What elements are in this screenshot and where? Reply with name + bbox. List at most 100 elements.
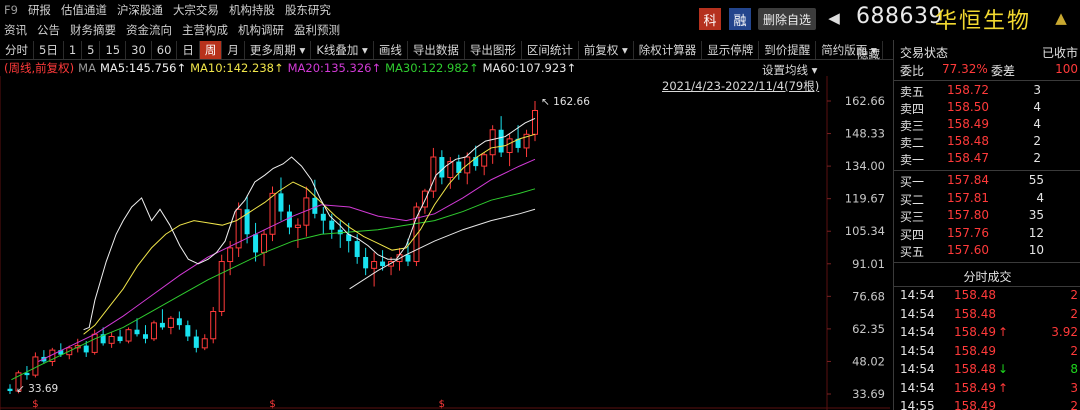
- tick-row: 14:54 158.48 2: [894, 286, 1080, 305]
- ask-price: 158.50: [947, 100, 989, 114]
- bid-price: 157.81: [947, 190, 989, 205]
- menu-item[interactable]: 公告: [37, 22, 60, 38]
- ma10-value: MA10:142.238↑: [190, 61, 284, 75]
- toolbar-item[interactable]: 显示停牌: [702, 40, 760, 59]
- candle-body: [253, 234, 259, 253]
- tick-time: 14:54: [900, 325, 935, 339]
- status-label: 交易状态: [900, 46, 949, 60]
- menu-item[interactable]: 估值通道: [61, 2, 107, 18]
- bid-row: 买五 157.60 10: [894, 241, 1080, 260]
- ask-price: 158.48: [947, 134, 989, 148]
- toolbar-item[interactable]: K线叠加 ▾: [311, 40, 374, 59]
- y-tick-label: 148.33: [845, 127, 885, 141]
- star-market-badge: 科: [699, 8, 721, 30]
- tick-volume: 2: [1070, 288, 1078, 302]
- bid-volume: 35: [1028, 208, 1044, 222]
- toolbar-item[interactable]: 前复权 ▾: [579, 40, 634, 59]
- menu-item[interactable]: 盈利预测: [294, 22, 340, 38]
- ask-volume: 2: [1033, 134, 1041, 148]
- menu-item[interactable]: 研报: [28, 2, 51, 18]
- toolbar-item[interactable]: 分时: [0, 40, 34, 59]
- menu-item[interactable]: 资金流向: [126, 22, 172, 38]
- hide-button[interactable]: 隐藏: [857, 46, 880, 62]
- ex-rights-marker[interactable]: $: [269, 399, 275, 410]
- menu-item[interactable]: 财务摘要: [70, 22, 116, 38]
- y-tick-label: 48.02: [852, 354, 885, 368]
- weibi-row: 委比 77.32% 委差 100: [894, 60, 1080, 79]
- candle-body: [278, 193, 284, 212]
- candle-body: [371, 261, 378, 269]
- ma-mode-label: (周线,前复权): [4, 61, 75, 75]
- kline-chart[interactable]: 162.66 148.33 134.00 119.67 105.34 91.01 76.68…: [0, 76, 890, 410]
- menu-item[interactable]: 机构调研: [238, 22, 284, 38]
- ask-price: 158.49: [947, 117, 989, 131]
- toolbar-item[interactable]: 画线: [374, 40, 408, 59]
- menu-item[interactable]: 大宗交易: [173, 2, 219, 18]
- kline-chart-svg[interactable]: 162.66 148.33 134.00 119.67 105.34 91.01 76.68…: [0, 76, 890, 410]
- candle-body: [142, 334, 148, 339]
- ask-volume: 4: [1033, 100, 1041, 114]
- collapse-up-icon[interactable]: ▲: [1050, 7, 1072, 29]
- y-tick-label: 134.00: [845, 159, 885, 173]
- toolbar-item[interactable]: 到价提醒: [759, 40, 817, 59]
- toolbar-item[interactable]: 30: [126, 40, 152, 59]
- candle-body: [380, 261, 386, 267]
- bid-label: 买一: [900, 175, 925, 189]
- tick-time: 14:55: [900, 399, 935, 410]
- toolbar-item[interactable]: 导出图形: [465, 40, 522, 59]
- delete-favorite-button[interactable]: 删除自选: [758, 8, 816, 30]
- toolbar-item[interactable]: 日: [177, 40, 200, 59]
- menu-item[interactable]: 资讯: [4, 22, 27, 38]
- candle-body: [354, 241, 360, 257]
- tick-price: 158.48: [954, 306, 996, 321]
- candle-body: [489, 129, 496, 156]
- tick-volume: 2: [1070, 399, 1078, 410]
- ma5-value: MA5:145.756↑: [99, 61, 187, 75]
- tick-row: 14:55 158.49 2: [894, 397, 1080, 410]
- weicha-value: 100: [1055, 62, 1078, 76]
- tick-price: 158.48: [954, 288, 996, 302]
- bid-volume: 10: [1028, 243, 1044, 257]
- stock-name: 华恒生物: [935, 9, 1032, 34]
- toolbar-item[interactable]: 除权计算器: [634, 40, 703, 59]
- menu-item[interactable]: 沪深股通: [117, 2, 163, 18]
- toolbar-item[interactable]: 更多周期 ▾: [245, 40, 312, 59]
- toolbar-item[interactable]: 1: [64, 40, 83, 59]
- toolbar-item[interactable]: 5: [82, 40, 101, 59]
- candle-body: [218, 261, 225, 313]
- bid-price: 157.84: [947, 173, 989, 187]
- date-range-label[interactable]: 2021/4/23-2022/11/4(79根): [662, 78, 819, 94]
- menu-item[interactable]: F9: [4, 3, 18, 17]
- down-arrow-icon: ↓: [998, 362, 1009, 376]
- previous-stock-icon[interactable]: ◀: [823, 7, 845, 29]
- y-tick-label: 162.66: [845, 94, 885, 108]
- toolbar-item[interactable]: 周: [199, 40, 223, 59]
- ask-volume: 4: [1033, 117, 1041, 131]
- toolbar-item[interactable]: 15: [100, 40, 127, 59]
- status-value: 已收市: [1041, 46, 1078, 60]
- candle-body: [498, 129, 504, 153]
- tick-price: 158.49: [954, 325, 996, 339]
- bid-volume: 55: [1028, 173, 1044, 187]
- tick-time: 14:54: [900, 306, 935, 321]
- toolbar-item[interactable]: 60: [152, 40, 178, 59]
- ticks-title: 分时成交: [963, 270, 1012, 284]
- tick-volume: 2: [1070, 343, 1078, 358]
- ex-rights-marker[interactable]: $: [439, 399, 445, 410]
- ask-price: 158.47: [947, 151, 989, 165]
- ask-row: 卖一 158.47 2: [894, 149, 1080, 168]
- candle-body: [405, 254, 411, 262]
- menu-item[interactable]: 主营构成: [182, 22, 228, 38]
- candle-body: [294, 224, 301, 228]
- tick-row: 14:54 158.49 ↑ 3: [894, 379, 1080, 398]
- menu-item[interactable]: 机构持股: [229, 2, 275, 18]
- ask-volume: 2: [1033, 151, 1041, 165]
- toolbar-item[interactable]: 5日: [34, 40, 64, 59]
- menu-item[interactable]: 股东研究: [285, 2, 331, 18]
- toolbar-item[interactable]: 区间统计: [522, 40, 579, 59]
- ex-rights-marker[interactable]: $: [32, 399, 38, 410]
- toolbar-item[interactable]: 导出数据: [408, 40, 465, 59]
- toolbar-item[interactable]: 月: [222, 40, 245, 59]
- tick-row: 14:54 158.49 ↑ 3.92: [894, 323, 1080, 342]
- candle-body: [176, 318, 182, 326]
